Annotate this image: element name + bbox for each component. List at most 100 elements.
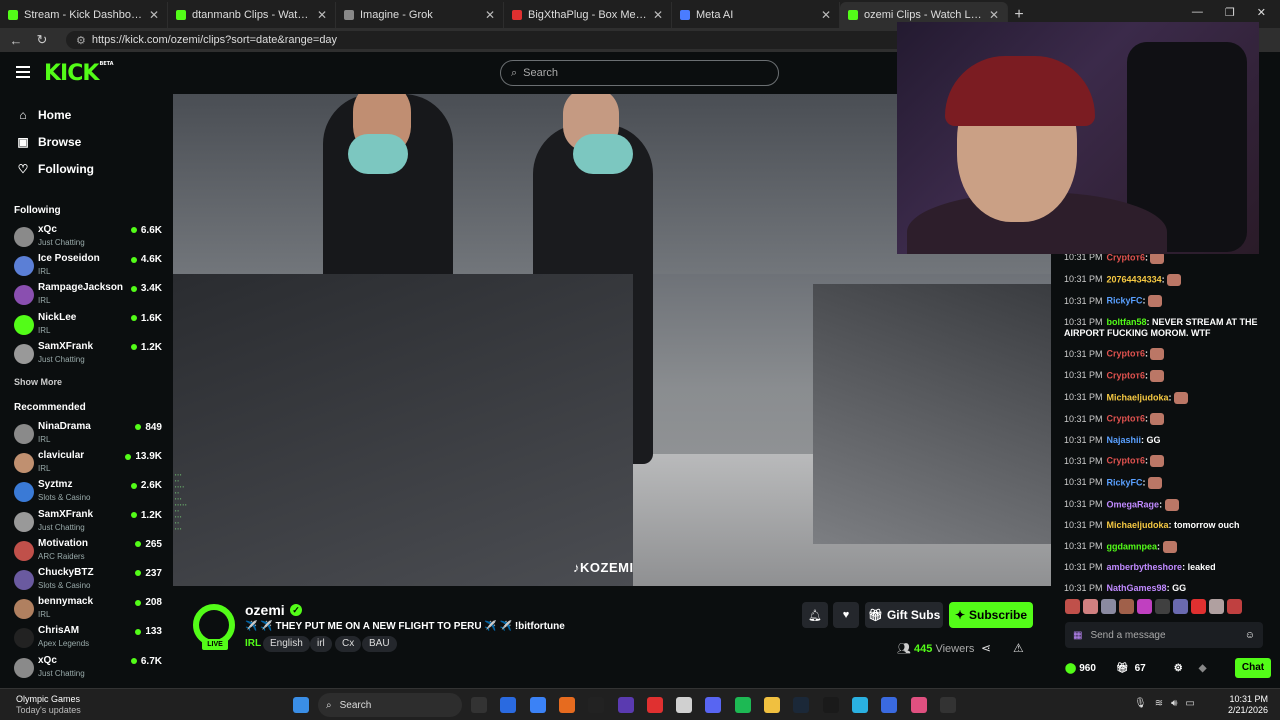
chat-input[interactable]: ▦ Send a message ☺ bbox=[1065, 622, 1263, 648]
browser-tab[interactable]: BigXthaPlug - Box Me Up feat. Jel ✕ bbox=[504, 2, 672, 28]
chat-username[interactable]: Cryptoᴛ6 bbox=[1107, 456, 1145, 466]
sidebar-channel[interactable]: ChrisAM Apex Legends 133 bbox=[14, 625, 162, 651]
chat-username[interactable]: Najashii bbox=[1107, 435, 1142, 445]
start-icon[interactable] bbox=[293, 697, 309, 713]
chat-username[interactable]: boltfan58 bbox=[1107, 317, 1147, 327]
streamer-name[interactable]: ozemi bbox=[245, 602, 285, 618]
mod-icon[interactable]: ◆ bbox=[1199, 663, 1207, 674]
sidebar-channel[interactable]: ChuckyBTZ Slots & Casino 237 bbox=[14, 567, 162, 593]
volume-icon[interactable]: 🔊︎ bbox=[1171, 698, 1177, 709]
browser-tab[interactable]: Stream - Kick Dashboard ✕ bbox=[0, 2, 168, 28]
sidebar-channel[interactable]: Motivation ARC Raiders 265 bbox=[14, 538, 162, 564]
sidebar-channel[interactable]: xQc Just Chatting 6.6K bbox=[14, 224, 162, 250]
app-icon[interactable] bbox=[939, 697, 956, 713]
search-input[interactable]: ⌕ Search bbox=[500, 60, 779, 86]
chat-username[interactable]: OmegaRage bbox=[1107, 499, 1160, 509]
taskbar-search[interactable]: ⌕ Search bbox=[318, 693, 462, 717]
edge-icon[interactable] bbox=[529, 697, 546, 713]
emote-icon[interactable] bbox=[1173, 599, 1188, 614]
gift-count[interactable]: 67 bbox=[1135, 663, 1146, 674]
nav-home[interactable]: ⌂ Home bbox=[16, 108, 71, 122]
chat-username[interactable]: 20764434334 bbox=[1107, 274, 1162, 284]
subscribe-button[interactable]: ✦ Subscribe bbox=[949, 602, 1033, 628]
mic-icon[interactable]: 🎙︎ bbox=[1134, 698, 1147, 709]
share-icon[interactable]: ⋖ bbox=[981, 641, 991, 655]
chat-settings-icon[interactable]: ⚙ bbox=[1174, 663, 1183, 674]
kick-logo[interactable]: KICKBETA bbox=[44, 61, 114, 86]
tab-close-icon[interactable]: ✕ bbox=[989, 8, 999, 22]
sidebar-channel[interactable]: NickLee IRL 1.6K bbox=[14, 312, 162, 338]
copilot-icon[interactable] bbox=[500, 697, 517, 713]
tag-cx[interactable]: Cx bbox=[335, 636, 362, 652]
discord-icon[interactable] bbox=[705, 697, 722, 713]
steam-icon[interactable] bbox=[793, 697, 810, 713]
chat-username[interactable]: RickyFC bbox=[1107, 477, 1143, 487]
close-window-icon[interactable]: ✕ bbox=[1257, 6, 1266, 19]
maximize-icon[interactable]: ❐ bbox=[1225, 6, 1235, 19]
itunes-icon[interactable] bbox=[676, 697, 693, 713]
widgets-button[interactable]: Olympic Games Today's updates bbox=[16, 694, 81, 716]
notification-bell-icon[interactable]: 🔔︎ bbox=[802, 602, 828, 628]
gift-subs-button[interactable]: 🎁︎ Gift Subs bbox=[865, 602, 943, 628]
site-info-icon[interactable]: ⚙ bbox=[76, 34, 86, 47]
file-explorer-icon[interactable] bbox=[764, 697, 780, 713]
sidebar-channel[interactable]: NinaDrama IRL 849 bbox=[14, 421, 162, 447]
sidebar-channel[interactable]: clavicular IRL 13.9K bbox=[14, 450, 162, 476]
sidebar-channel[interactable]: RampageJackson IRL 3.4K bbox=[14, 282, 162, 308]
tag-irl[interactable]: irl bbox=[310, 636, 332, 652]
battery-icon[interactable]: ▭ bbox=[1185, 698, 1194, 709]
task-view-icon[interactable] bbox=[471, 697, 487, 713]
emote-icon[interactable] bbox=[1101, 599, 1116, 614]
sidebar-channel[interactable]: SamXFrank Just Chatting 1.2K bbox=[14, 341, 162, 367]
emote-icon[interactable] bbox=[1083, 599, 1098, 614]
sidebar-channel[interactable]: bennymack IRL 208 bbox=[14, 596, 162, 622]
emote-icon[interactable] bbox=[1137, 599, 1152, 614]
chat-username[interactable]: ggdamnpea bbox=[1107, 541, 1158, 551]
reload-icon[interactable]: ↻ bbox=[34, 32, 50, 48]
menu-icon[interactable] bbox=[16, 66, 30, 78]
browser-tab[interactable]: Imagine - Grok ✕ bbox=[336, 2, 504, 28]
emote-picker-icon[interactable]: ▦ bbox=[1073, 630, 1082, 641]
url-field[interactable]: ⚙ https://kick.com/ozemi/clips?sort=date… bbox=[66, 31, 906, 49]
app-icon[interactable] bbox=[910, 697, 927, 713]
emote-icon[interactable] bbox=[1155, 599, 1170, 614]
emote-icon[interactable] bbox=[1065, 599, 1080, 614]
report-icon[interactable]: ⚠ bbox=[1013, 641, 1024, 655]
tag-bau[interactable]: BAU bbox=[362, 636, 397, 652]
tab-close-icon[interactable]: ✕ bbox=[653, 8, 663, 22]
app-icon[interactable] bbox=[881, 697, 898, 713]
sidebar-channel[interactable]: Ice Poseidon IRL 4.6K bbox=[14, 253, 162, 279]
minimize-icon[interactable]: — bbox=[1192, 6, 1203, 19]
chat-username[interactable]: amberbytheshore bbox=[1107, 562, 1183, 572]
github-icon[interactable] bbox=[588, 697, 605, 713]
obs-icon[interactable] bbox=[822, 697, 839, 713]
chat-username[interactable]: Cryptoᴛ6 bbox=[1107, 370, 1145, 380]
back-icon[interactable]: ← bbox=[8, 33, 24, 48]
spotify-icon[interactable] bbox=[734, 697, 751, 713]
show-more-button[interactable]: Show More bbox=[14, 377, 62, 387]
stream-category[interactable]: IRL bbox=[245, 638, 261, 649]
chat-username[interactable]: Cryptoᴛ6 bbox=[1107, 349, 1145, 359]
tab-close-icon[interactable]: ✕ bbox=[821, 8, 831, 22]
tag-english[interactable]: English bbox=[263, 636, 310, 652]
chat-username[interactable]: Michaeljudoka bbox=[1107, 520, 1169, 530]
chat-username[interactable]: RickyFC bbox=[1107, 296, 1143, 306]
smiley-icon[interactable]: ☺ bbox=[1245, 630, 1255, 641]
chat-username[interactable]: Cryptoᴛ6 bbox=[1107, 414, 1145, 424]
nav-following[interactable]: ♡ Following bbox=[16, 162, 94, 176]
tab-close-icon[interactable]: ✕ bbox=[149, 8, 159, 22]
tab-close-icon[interactable]: ✕ bbox=[485, 8, 495, 22]
emote-icon[interactable] bbox=[1119, 599, 1134, 614]
follow-heart-icon[interactable]: ♥ bbox=[833, 602, 859, 628]
chat-username[interactable]: Michaeljudoka bbox=[1107, 392, 1169, 402]
sidebar-channel[interactable]: SamXFrank Just Chatting 1.2K bbox=[14, 509, 162, 535]
sidebar-channel[interactable]: xQc Just Chatting 6.7K bbox=[14, 655, 162, 681]
chat-send-button[interactable]: Chat bbox=[1235, 658, 1271, 678]
firefox-icon[interactable] bbox=[558, 697, 575, 713]
app-icon[interactable] bbox=[646, 697, 663, 713]
emote-icon[interactable] bbox=[1227, 599, 1242, 614]
tab-close-icon[interactable]: ✕ bbox=[317, 8, 327, 22]
emote-icon[interactable] bbox=[1209, 599, 1224, 614]
wifi-icon[interactable]: ≋ bbox=[1155, 698, 1163, 709]
emote-icon[interactable] bbox=[1191, 599, 1206, 614]
